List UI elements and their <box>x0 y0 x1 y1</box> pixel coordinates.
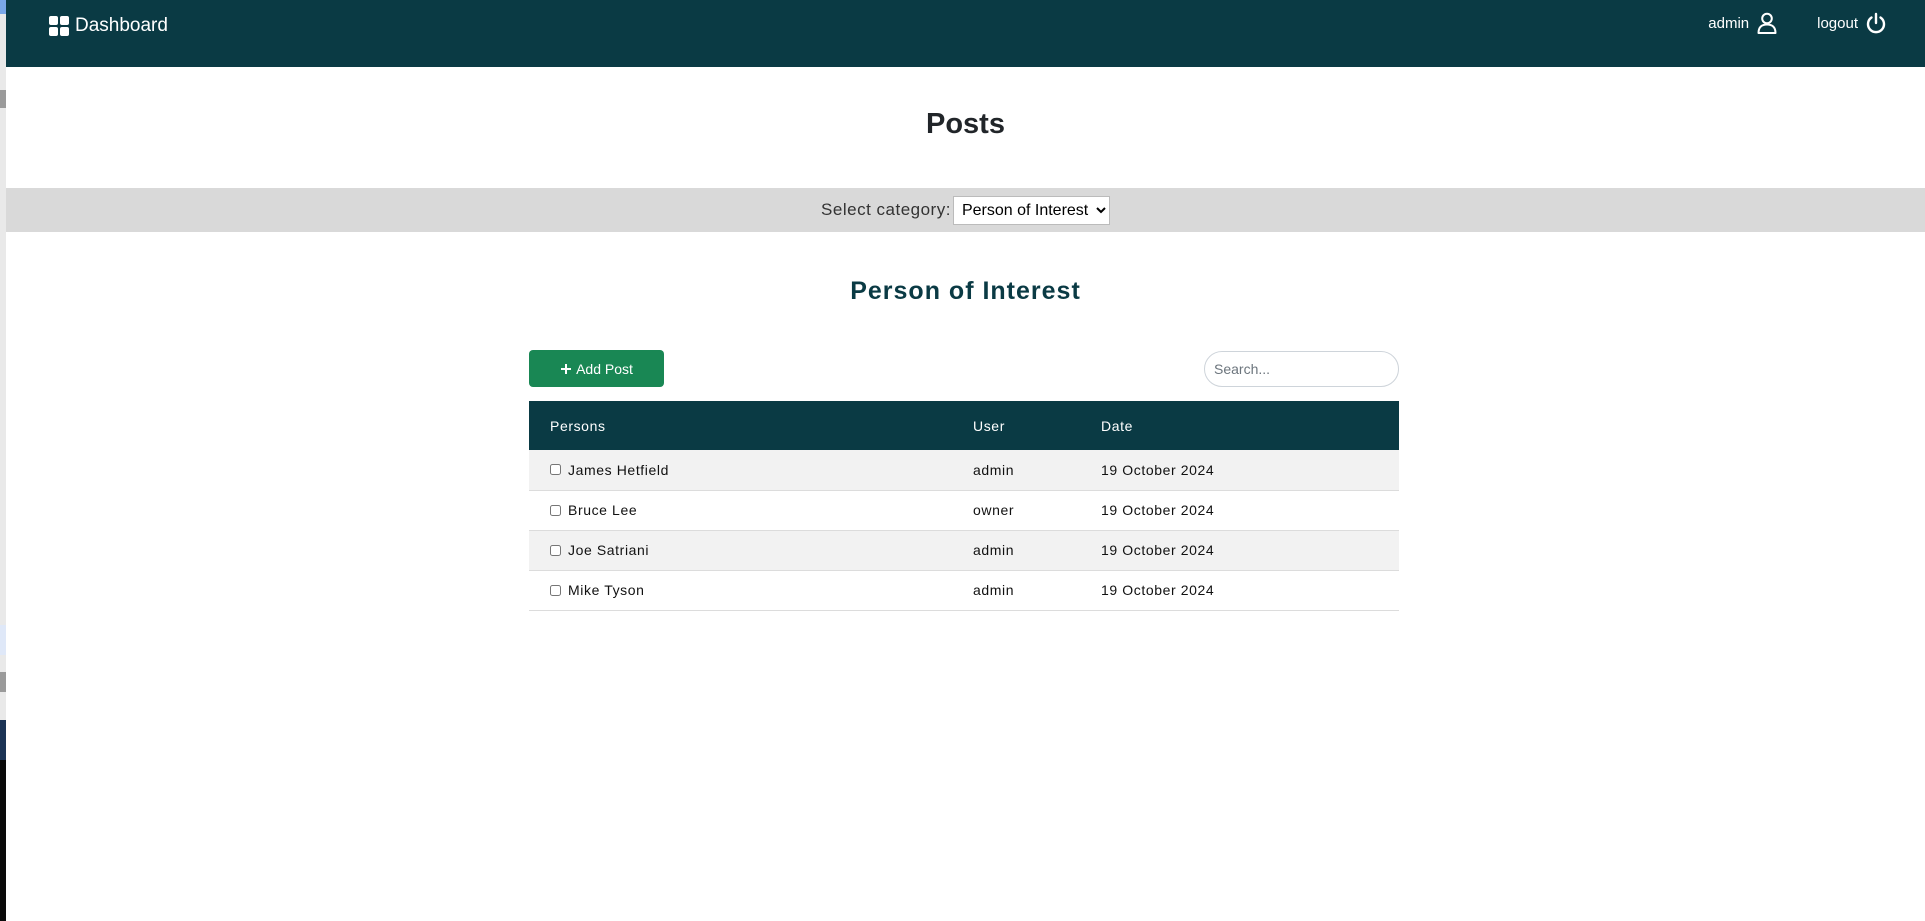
plus-icon <box>561 363 572 374</box>
header-user[interactable]: User <box>973 401 1080 450</box>
navbar-right: admin logout <box>1708 12 1886 34</box>
page-title: Posts <box>926 108 1005 140</box>
row-user: admin <box>973 530 1080 571</box>
row-user: admin <box>973 570 1080 611</box>
row-checkbox[interactable] <box>550 464 561 476</box>
row-date: 19 October 2024 <box>1080 530 1399 571</box>
table-header-row: Persons User Date <box>529 401 1399 450</box>
user-menu-link[interactable]: admin <box>1708 12 1777 34</box>
logout-link[interactable]: logout <box>1817 12 1886 34</box>
table-row[interactable]: James Hetfield admin 19 October 2024 <box>529 450 1399 491</box>
user-label: admin <box>1708 14 1750 32</box>
header-persons[interactable]: Persons <box>529 401 973 450</box>
row-user: owner <box>973 490 1080 531</box>
person-name[interactable]: Bruce Lee <box>568 502 637 518</box>
add-post-label: Add Post <box>576 360 633 377</box>
row-date: 19 October 2024 <box>1080 570 1399 611</box>
category-label: Select category: <box>821 200 951 219</box>
person-name[interactable]: Joe Satriani <box>568 542 649 558</box>
brand-label: Dashboard <box>75 15 168 36</box>
app-window: Dashboard admin logout Posts Select cate… <box>6 0 1925 921</box>
table-row[interactable]: Mike Tyson admin 19 October 2024 <box>529 570 1399 611</box>
user-icon <box>1757 12 1777 34</box>
header-date[interactable]: Date <box>1080 401 1399 450</box>
posts-table: Persons User Date James Hetfield admin 1… <box>529 401 1399 611</box>
power-icon <box>1866 12 1886 34</box>
row-date: 19 October 2024 <box>1080 450 1399 491</box>
dashboard-link[interactable]: Dashboard <box>49 14 168 38</box>
row-checkbox[interactable] <box>550 584 561 596</box>
row-date: 19 October 2024 <box>1080 490 1399 531</box>
category-filter-bar: Select category: Person of Interest <box>6 188 1925 232</box>
search-input[interactable] <box>1204 351 1399 387</box>
section-title: Person of Interest <box>850 277 1081 305</box>
top-navbar: Dashboard admin logout <box>6 0 1925 67</box>
table-row[interactable]: Bruce Lee owner 19 October 2024 <box>529 490 1399 531</box>
add-post-button[interactable]: Add Post <box>529 350 664 387</box>
person-name[interactable]: Mike Tyson <box>568 582 645 598</box>
logout-label: logout <box>1817 14 1858 32</box>
grid-icon <box>49 16 69 36</box>
row-checkbox[interactable] <box>550 544 561 556</box>
row-user: admin <box>973 450 1080 491</box>
category-select[interactable]: Person of Interest <box>952 195 1110 225</box>
table-row[interactable]: Joe Satriani admin 19 October 2024 <box>529 530 1399 571</box>
row-checkbox[interactable] <box>550 504 561 516</box>
person-name[interactable]: James Hetfield <box>568 462 669 478</box>
